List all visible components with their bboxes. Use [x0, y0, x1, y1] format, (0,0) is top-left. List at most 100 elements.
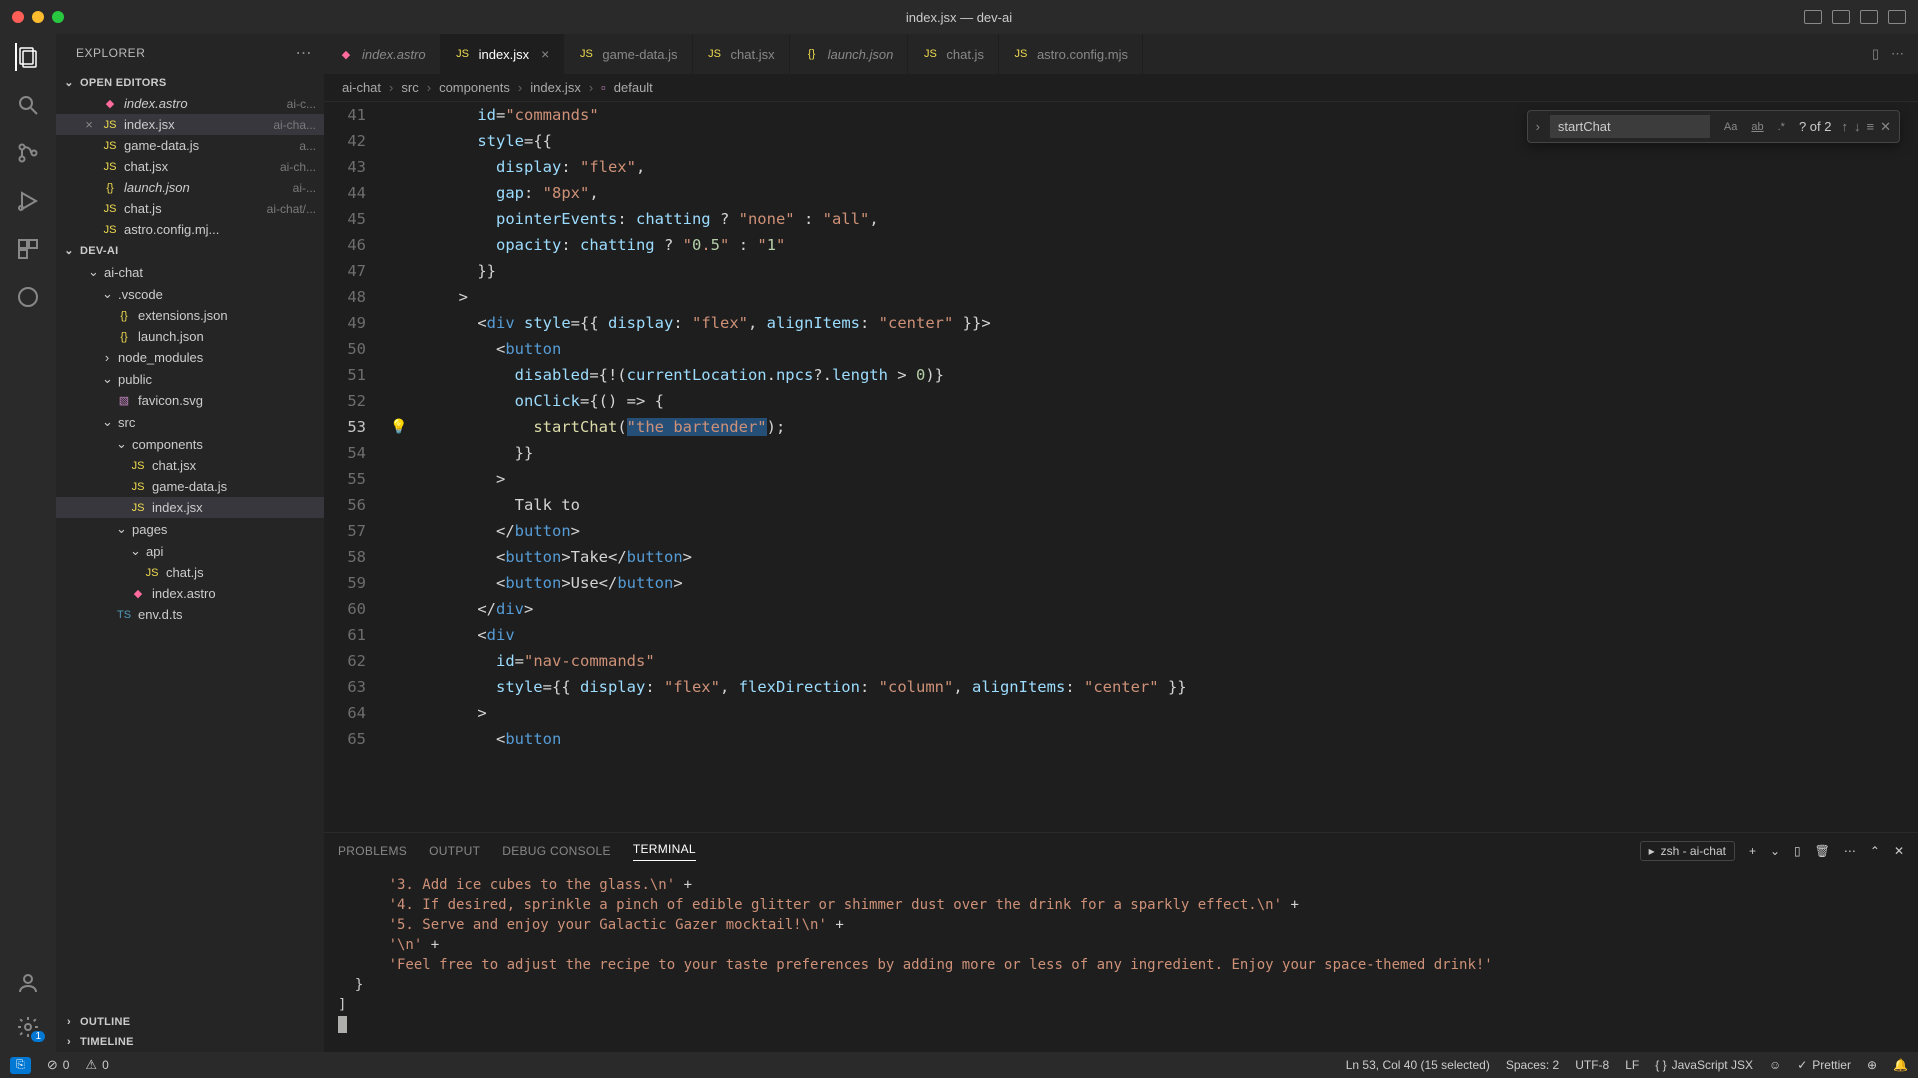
status-encoding[interactable]: UTF-8	[1575, 1058, 1609, 1072]
tree-folder[interactable]: ⌄.vscode	[56, 283, 324, 305]
code-line[interactable]: 44 gap: "8px",	[324, 180, 1918, 206]
find-toggle-replace-icon[interactable]: ›	[1536, 119, 1540, 134]
find-next-icon[interactable]: ↓	[1854, 119, 1861, 135]
code-line[interactable]: 57 </button>	[324, 518, 1918, 544]
code-line[interactable]: 50 <button	[324, 336, 1918, 362]
window-close-button[interactable]	[12, 11, 24, 23]
toggle-panel-bottom-icon[interactable]	[1832, 10, 1850, 24]
breadcrumb-segment[interactable]: default	[614, 80, 653, 95]
find-close-icon[interactable]: ✕	[1880, 119, 1891, 135]
editor-body[interactable]: › Aa ab .* ? of 2 ↑ ↓ ≡ ✕ 41 id="command…	[324, 102, 1918, 832]
tree-file[interactable]: {}extensions.json	[56, 305, 324, 326]
breadcrumb-segment[interactable]: index.jsx	[530, 80, 581, 95]
open-editor-item[interactable]: × JS game-data.js a...	[56, 135, 324, 156]
split-terminal-icon[interactable]: ▯	[1794, 844, 1801, 858]
split-editor-icon[interactable]: ▯	[1872, 46, 1879, 62]
breadcrumb-segment[interactable]: src	[401, 80, 418, 95]
code-line[interactable]: 43 display: "flex",	[324, 154, 1918, 180]
panel-maximize-icon[interactable]: ⌃	[1870, 844, 1880, 858]
breadcrumb-segment[interactable]: components	[439, 80, 510, 95]
status-indentation[interactable]: Spaces: 2	[1506, 1058, 1559, 1072]
status-notifications-icon[interactable]: 🔔	[1893, 1058, 1908, 1072]
status-cursor-position[interactable]: Ln 53, Col 40 (15 selected)	[1346, 1058, 1490, 1072]
close-icon[interactable]: ×	[82, 117, 96, 132]
code-line[interactable]: 48 >	[324, 284, 1918, 310]
code-line[interactable]: 55 >	[324, 466, 1918, 492]
open-editor-item[interactable]: × JS index.jsx ai-cha...	[56, 114, 324, 135]
find-input[interactable]	[1550, 115, 1710, 138]
panel-close-icon[interactable]: ✕	[1894, 844, 1904, 858]
open-editor-item[interactable]: × {} launch.json ai-...	[56, 177, 324, 198]
panel-more-icon[interactable]: ⋯	[1844, 844, 1856, 858]
tree-folder[interactable]: ⌄public	[56, 368, 324, 390]
tree-file[interactable]: JSchat.jsx	[56, 455, 324, 476]
close-icon[interactable]: ×	[541, 46, 549, 62]
tree-folder[interactable]: ⌄src	[56, 411, 324, 433]
code-line[interactable]: 64 >	[324, 700, 1918, 726]
code-line[interactable]: 46 opacity: chatting ? "0.5" : "1"	[324, 232, 1918, 258]
code-line[interactable]: 45 pointerEvents: chatting ? "none" : "a…	[324, 206, 1918, 232]
extensions-icon[interactable]	[15, 236, 41, 262]
window-minimize-button[interactable]	[32, 11, 44, 23]
code-line[interactable]: 58 <button>Take</button>	[324, 544, 1918, 570]
status-copilot-icon[interactable]: ⊕	[1867, 1058, 1877, 1072]
open-editors-header[interactable]: ⌄ OPEN EDITORS	[56, 72, 324, 93]
open-editor-item[interactable]: × JS astro.config.mj...	[56, 219, 324, 240]
find-regex-icon[interactable]: .*	[1774, 119, 1789, 135]
status-eol[interactable]: LF	[1625, 1058, 1639, 1072]
tree-file[interactable]: ◆index.astro	[56, 583, 324, 604]
copilot-icon[interactable]	[15, 284, 41, 310]
open-editor-item[interactable]: × JS chat.js ai-chat/...	[56, 198, 324, 219]
code-line[interactable]: 56 Talk to	[324, 492, 1918, 518]
explorer-icon[interactable]	[15, 44, 41, 70]
lightbulb-icon[interactable]: 💡	[390, 418, 407, 435]
tree-folder[interactable]: ›node_modules	[56, 347, 324, 368]
code-line[interactable]: 59 <button>Use</button>	[324, 570, 1918, 596]
tree-folder[interactable]: ⌄pages	[56, 518, 324, 540]
run-debug-icon[interactable]	[15, 188, 41, 214]
toggle-panel-right-icon[interactable]	[1860, 10, 1878, 24]
search-icon[interactable]	[15, 92, 41, 118]
panel-tab[interactable]: TERMINAL	[633, 842, 696, 861]
tree-file[interactable]: TSenv.d.ts	[56, 604, 324, 625]
editor-tab[interactable]: JS chat.jsx	[693, 34, 790, 74]
sidebar-more-icon[interactable]: ⋯	[296, 43, 313, 63]
code-line[interactable]: 49 <div style={{ display: "flex", alignI…	[324, 310, 1918, 336]
window-maximize-button[interactable]	[52, 11, 64, 23]
remote-indicator[interactable]: ⎘	[10, 1057, 31, 1074]
tree-file[interactable]: JSindex.jsx	[56, 497, 324, 518]
open-editor-item[interactable]: × JS chat.jsx ai-ch...	[56, 156, 324, 177]
editor-tab[interactable]: JS game-data.js	[564, 34, 692, 74]
tree-file[interactable]: ▧favicon.svg	[56, 390, 324, 411]
tree-folder[interactable]: ⌄api	[56, 540, 324, 562]
project-header[interactable]: ⌄ DEV-AI	[56, 240, 324, 261]
more-actions-icon[interactable]: ⋯	[1891, 46, 1904, 62]
tree-file[interactable]: JSgame-data.js	[56, 476, 324, 497]
code-line[interactable]: 51 disabled={!(currentLocation.npcs?.len…	[324, 362, 1918, 388]
find-whole-word-icon[interactable]: ab	[1747, 119, 1767, 135]
terminal-output[interactable]: '3. Add ice cubes to the glass.\n' + '4.…	[324, 869, 1918, 1052]
panel-tab[interactable]: DEBUG CONSOLE	[502, 844, 611, 858]
terminal-shell-selector[interactable]: ▸ zsh - ai-chat	[1640, 841, 1735, 861]
new-terminal-icon[interactable]: +	[1749, 844, 1756, 858]
minimap[interactable]	[1904, 102, 1918, 832]
open-editor-item[interactable]: × ◆ index.astro ai-c...	[56, 93, 324, 114]
status-prettier[interactable]: ✓Prettier	[1797, 1058, 1851, 1072]
editor-tab[interactable]: JS index.jsx ×	[441, 34, 565, 74]
outline-header[interactable]: › OUTLINE	[56, 1012, 324, 1032]
tree-file[interactable]: JSchat.js	[56, 562, 324, 583]
code-line[interactable]: 47 }}	[324, 258, 1918, 284]
find-selection-icon[interactable]: ≡	[1867, 119, 1875, 135]
timeline-header[interactable]: › TIMELINE	[56, 1032, 324, 1052]
code-editor[interactable]: 41 id="commands"42 style={{43 display: "…	[324, 102, 1918, 832]
code-line[interactable]: 62 id="nav-commands"	[324, 648, 1918, 674]
source-control-icon[interactable]	[15, 140, 41, 166]
find-match-case-icon[interactable]: Aa	[1720, 119, 1741, 135]
settings-icon[interactable]: 1	[15, 1014, 41, 1040]
code-line[interactable]: 54 }}	[324, 440, 1918, 466]
status-language[interactable]: { }JavaScript JSX	[1655, 1058, 1753, 1072]
editor-tab[interactable]: JS astro.config.mjs	[999, 34, 1143, 74]
panel-tab[interactable]: OUTPUT	[429, 844, 480, 858]
editor-tab[interactable]: {} launch.json	[790, 34, 909, 74]
panel-tab[interactable]: PROBLEMS	[338, 844, 407, 858]
